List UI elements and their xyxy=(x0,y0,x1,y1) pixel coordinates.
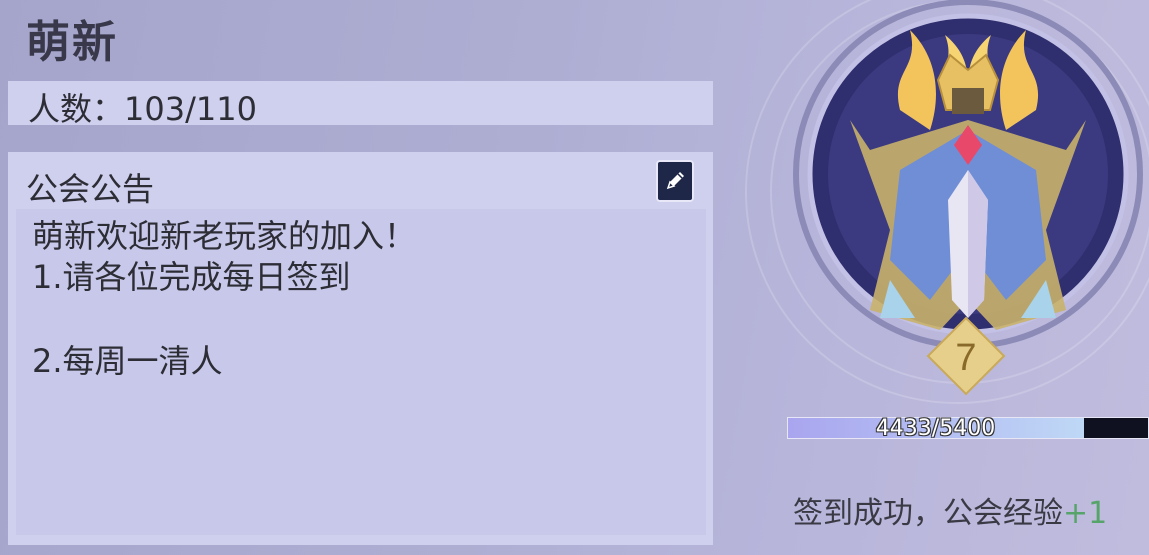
guild-notice-panel: 公会公告 萌新欢迎新老玩家的加入！ 1.请各位完成每日签到 2.每周一清人 xyxy=(8,152,713,545)
guild-name: 萌新 xyxy=(26,17,118,68)
notice-line: 2.每周一清人 xyxy=(32,342,223,380)
notice-line: 1.请各位完成每日签到 xyxy=(32,258,351,296)
guild-crest-icon: 7 xyxy=(793,0,1143,396)
guild-experience-bar: 4433/5400 xyxy=(787,416,1149,441)
experience-label: 4433/5400 xyxy=(875,416,996,441)
member-count-label: 人数：103/110 xyxy=(28,90,257,128)
pencil-edit-icon xyxy=(666,172,684,190)
notice-line: 萌新欢迎新老玩家的加入！ xyxy=(32,217,417,255)
experience-gain: +1 xyxy=(1063,496,1108,531)
guild-emblem: 7 xyxy=(740,0,1149,410)
signin-result-message: 签到成功，公会经验+1 xyxy=(793,488,1107,532)
notice-title: 公会公告 xyxy=(26,170,155,208)
signin-text: 签到成功，公会经验 xyxy=(793,496,1063,531)
member-count-bar: 人数：103/110 xyxy=(8,81,713,128)
notice-text-area[interactable]: 萌新欢迎新老玩家的加入！ 1.请各位完成每日签到 2.每周一清人 xyxy=(16,209,706,535)
edit-notice-button[interactable] xyxy=(656,160,694,202)
guild-level-badge: 7 xyxy=(955,337,976,379)
